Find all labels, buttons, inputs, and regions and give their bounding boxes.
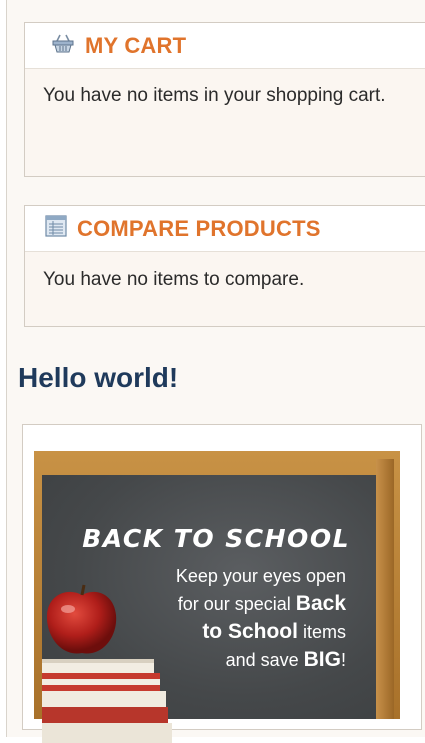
promo-line-4-end: !	[340, 650, 346, 670]
promo-line-3: to School items	[86, 618, 346, 646]
promo-line-4-text: and save	[225, 650, 304, 670]
promo-line-1: Keep your eyes open	[175, 566, 346, 586]
chalkboard-frame-rail	[376, 459, 394, 719]
chalkboard-frame: BACK TO SCHOOL Keep your eyes open for o…	[34, 451, 400, 743]
basket-icon	[51, 33, 75, 58]
cart-empty-message: You have no items in your shopping cart.	[43, 85, 386, 106]
compare-title: COMPARE PRODUCTS	[77, 215, 321, 241]
promo-line-3-bold: to School	[202, 620, 298, 643]
promo-line-2-bold: Back	[295, 592, 346, 615]
compare-block-header: COMPARE PRODUCTS	[25, 206, 425, 252]
cart-block-header: MY CART	[25, 23, 425, 69]
page-heading: Hello world!	[18, 362, 179, 393]
promo-line-4-bold: BIG	[303, 648, 341, 671]
banner-promo-text: Keep your eyes open for our special Back…	[86, 563, 346, 674]
cart-title: MY CART	[85, 32, 187, 58]
compare-empty-message: You have no items to compare.	[43, 269, 305, 290]
promo-line-2: for our special Back	[86, 590, 346, 618]
chalkboard: BACK TO SCHOOL Keep your eyes open for o…	[42, 475, 376, 743]
back-to-school-banner[interactable]: BACK TO SCHOOL Keep your eyes open for o…	[22, 424, 422, 743]
promo-line-4: and save BIG!	[86, 646, 346, 674]
compare-block: COMPARE PRODUCTS You have no items to co…	[24, 205, 425, 327]
promo-line-3-text: items	[297, 622, 346, 642]
list-icon	[45, 215, 67, 242]
cart-block: MY CART You have no items in your shoppi…	[24, 22, 425, 177]
banner-headline: BACK TO SCHOOL	[82, 524, 350, 553]
promo-line-2-text: for our special	[177, 594, 296, 614]
